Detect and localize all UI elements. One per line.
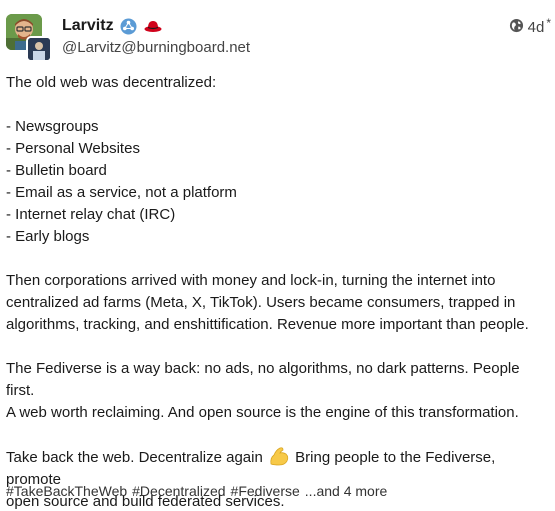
hashtag-bar: #TakeBackTheWeb #Decentralized #Fedivers… [6,483,387,499]
flexed-biceps-icon [268,446,290,466]
account-handle[interactable]: @Larvitz@burningboard.net [62,39,250,56]
fediverse-logo-icon [120,17,138,35]
globe-icon [509,18,524,37]
boosted-account-avatar[interactable] [26,36,52,62]
display-name[interactable]: Larvitz [62,17,114,35]
paragraph-line: centralized ad farms (Meta, X, TikTok). … [6,294,516,311]
list-item: - Newsgroups [6,118,99,135]
hashtag-link[interactable]: #TakeBackTheWeb [6,483,127,499]
display-name-row[interactable]: Larvitz [62,15,162,37]
list-item: - Early blogs [6,228,90,245]
paragraph-line: algorithms, tracking, and enshittificati… [6,316,529,333]
text-segment: Take back the web. Decentralize again [6,449,263,466]
post-meta[interactable]: 4d * [509,16,551,37]
post-timestamp[interactable]: 4d [528,19,545,36]
red-hat-icon [144,17,162,35]
hashtag-link[interactable]: #Fediverse [231,483,300,499]
paragraph-line: A web worth reclaiming. And open source … [6,404,519,421]
post-content: The old web was decentralized: - Newsgro… [6,72,551,511]
list-item: - Personal Websites [6,140,140,157]
paragraph-line: Then corporations arrived with money and… [6,272,496,289]
paragraph-line: The Fediverse is a way back: no ads, no … [6,360,520,399]
list-item: - Bulletin board [6,162,107,179]
list-item: - Internet relay chat (IRC) [6,206,176,223]
edited-indicator[interactable]: * [546,16,551,30]
hashtag-link[interactable]: #Decentralized [132,483,225,499]
intro-text: The old web was decentralized: [6,74,217,91]
status-post: Larvitz @Larvitz@burningboard.net 4d * T… [0,0,555,511]
more-hashtags-button[interactable]: ...and 4 more [305,483,388,499]
list-item: - Email as a service, not a platform [6,184,237,201]
